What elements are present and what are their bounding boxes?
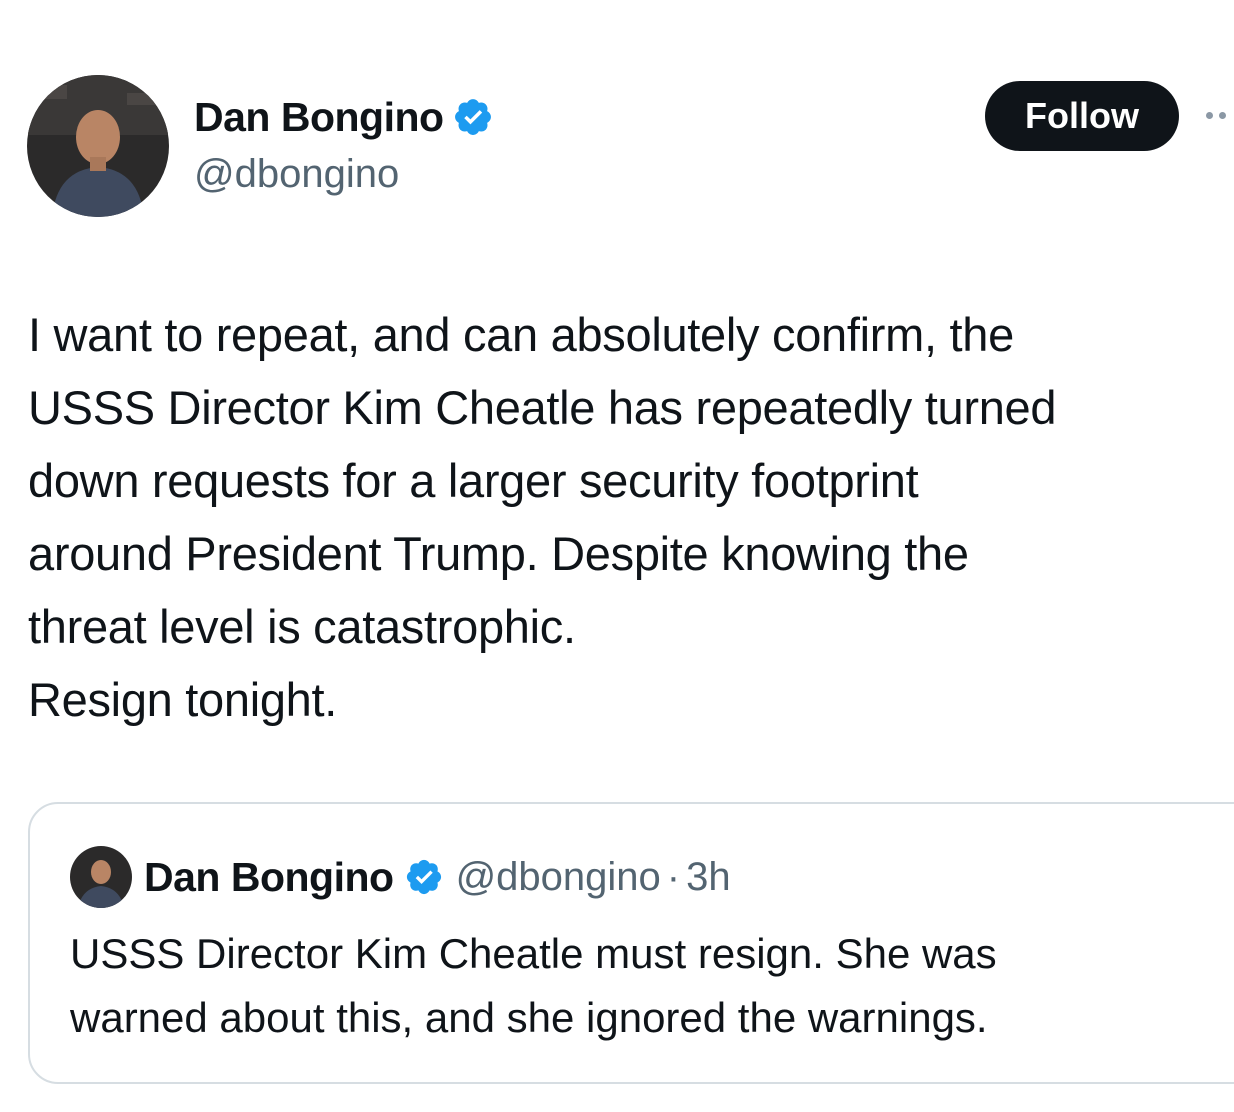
quoted-tweet-timestamp[interactable]: 3h xyxy=(686,855,731,900)
quoted-author-name[interactable]: Dan Bongino xyxy=(144,854,394,901)
tweet-line: I want to repeat, and can absolutely con… xyxy=(28,308,1014,361)
quoted-author-avatar[interactable] xyxy=(70,846,132,908)
tweet-page: Dan Bongino @dbongino Follow I want to r… xyxy=(0,0,1234,1112)
quoted-tweet-card[interactable]: Dan Bongino @dbongino · 3h USSS Director… xyxy=(28,802,1234,1084)
more-options-icon[interactable] xyxy=(1206,108,1234,122)
author-avatar[interactable] xyxy=(27,75,169,217)
tweet-line: USSS Director Kim Cheatle has repeatedly… xyxy=(28,381,1057,434)
tweet-line: around President Trump. Despite knowing … xyxy=(28,527,969,580)
author-handle[interactable]: @dbongino xyxy=(194,152,494,197)
quoted-tweet-line: USSS Director Kim Cheatle must resign. S… xyxy=(70,930,997,977)
tweet-line: threat level is catastrophic. xyxy=(28,600,576,653)
tweet-line: down requests for a larger security foot… xyxy=(28,454,919,507)
quoted-tweet-text: USSS Director Kim Cheatle must resign. S… xyxy=(70,922,1220,1050)
quoted-author-handle[interactable]: @dbongino xyxy=(456,855,661,900)
quoted-tweet-header: Dan Bongino @dbongino · 3h xyxy=(144,852,731,902)
verified-badge-icon[interactable] xyxy=(452,96,494,138)
tweet-text: I want to repeat, and can absolutely con… xyxy=(28,298,1228,736)
verified-badge-icon[interactable] xyxy=(404,857,444,897)
follow-button[interactable]: Follow xyxy=(985,81,1179,151)
author-info: Dan Bongino @dbongino xyxy=(194,92,494,197)
tweet-line: Resign tonight. xyxy=(28,673,338,726)
author-name[interactable]: Dan Bongino xyxy=(194,94,444,141)
quoted-tweet-line: warned about this, and she ignored the w… xyxy=(70,994,988,1041)
author-name-row: Dan Bongino xyxy=(194,92,494,142)
separator-dot: · xyxy=(666,854,681,899)
